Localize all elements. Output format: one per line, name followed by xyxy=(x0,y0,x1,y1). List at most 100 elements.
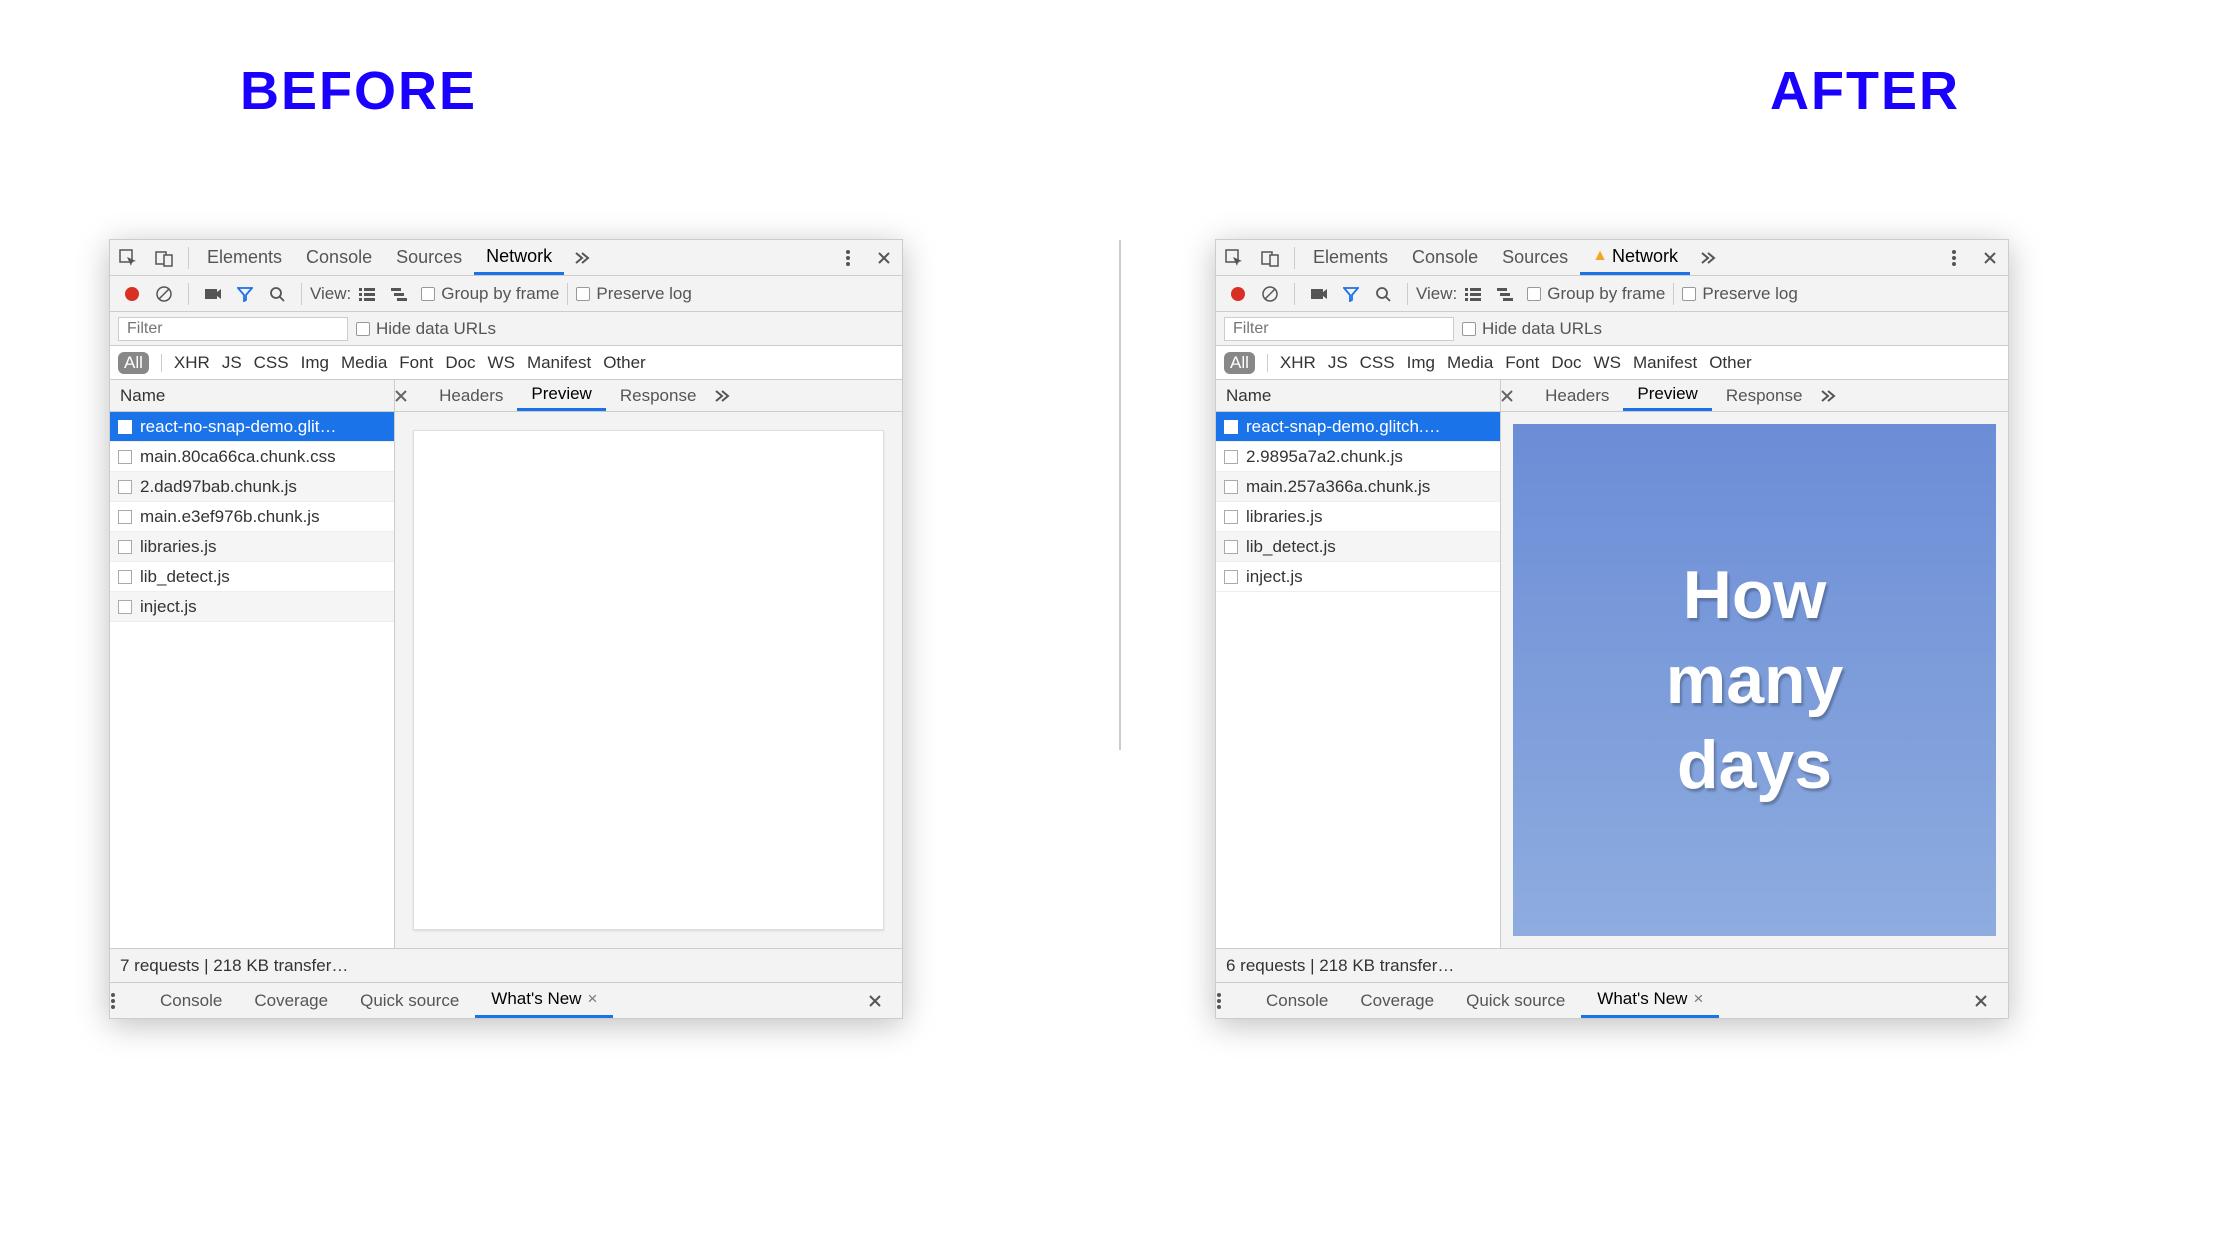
drawer-tab-console[interactable]: Console xyxy=(144,983,238,1018)
tab-elements[interactable]: Elements xyxy=(195,240,294,275)
chip-js[interactable]: JS xyxy=(222,353,242,373)
drawer-tab-console[interactable]: Console xyxy=(1250,983,1344,1018)
chip-manifest[interactable]: Manifest xyxy=(1633,353,1697,373)
close-tab-icon[interactable]: × xyxy=(587,989,597,1009)
chip-ws[interactable]: WS xyxy=(488,353,515,373)
request-row[interactable]: react-no-snap-demo.glit… xyxy=(110,412,394,442)
close-drawer-icon[interactable] xyxy=(1974,994,2008,1008)
kebab-menu-icon[interactable] xyxy=(832,242,864,274)
clear-icon[interactable] xyxy=(150,280,178,308)
filter-input[interactable] xyxy=(118,317,348,341)
column-name[interactable]: Name xyxy=(110,380,394,412)
request-row[interactable]: main.80ca66ca.chunk.css xyxy=(110,442,394,472)
camera-icon[interactable] xyxy=(1305,280,1333,308)
device-toggle-icon[interactable] xyxy=(1254,242,1286,274)
tabs-overflow-icon[interactable] xyxy=(1692,242,1724,274)
inspect-icon[interactable] xyxy=(1218,242,1250,274)
tab-network[interactable]: Network xyxy=(474,240,564,275)
chip-all[interactable]: All xyxy=(118,352,149,374)
drawer-menu-icon[interactable] xyxy=(110,992,144,1010)
detail-tab-preview[interactable]: Preview xyxy=(1623,380,1711,411)
chip-ws[interactable]: WS xyxy=(1594,353,1621,373)
detail-tab-headers[interactable]: Headers xyxy=(425,380,517,411)
close-devtools-icon[interactable] xyxy=(1974,242,2006,274)
filter-icon[interactable] xyxy=(231,280,259,308)
detail-tab-headers[interactable]: Headers xyxy=(1531,380,1623,411)
request-row[interactable]: 2.dad97bab.chunk.js xyxy=(110,472,394,502)
request-row[interactable]: libraries.js xyxy=(110,532,394,562)
view-waterfall-icon[interactable] xyxy=(385,280,413,308)
request-row[interactable]: inject.js xyxy=(1216,562,1500,592)
close-devtools-icon[interactable] xyxy=(868,242,900,274)
chip-media[interactable]: Media xyxy=(1447,353,1493,373)
view-list-icon[interactable] xyxy=(353,280,381,308)
device-toggle-icon[interactable] xyxy=(148,242,180,274)
request-row[interactable]: main.257a366a.chunk.js xyxy=(1216,472,1500,502)
request-row[interactable]: lib_detect.js xyxy=(1216,532,1500,562)
search-icon[interactable] xyxy=(1369,280,1397,308)
record-button[interactable] xyxy=(1224,280,1252,308)
clear-icon[interactable] xyxy=(1256,280,1284,308)
request-row[interactable]: inject.js xyxy=(110,592,394,622)
tab-elements[interactable]: Elements xyxy=(1301,240,1400,275)
detail-tab-preview[interactable]: Preview xyxy=(517,380,605,411)
drawer-tab-whats-new[interactable]: What's New× xyxy=(475,983,613,1018)
chip-js[interactable]: JS xyxy=(1328,353,1348,373)
kebab-menu-icon[interactable] xyxy=(1938,242,1970,274)
chip-xhr[interactable]: XHR xyxy=(1280,353,1316,373)
column-name[interactable]: Name xyxy=(1216,380,1500,412)
request-row[interactable]: main.e3ef976b.chunk.js xyxy=(110,502,394,532)
chip-all[interactable]: All xyxy=(1224,352,1255,374)
chip-other[interactable]: Other xyxy=(1709,353,1752,373)
chip-css[interactable]: CSS xyxy=(254,353,289,373)
detail-tab-response[interactable]: Response xyxy=(606,380,711,411)
tabs-overflow-icon[interactable] xyxy=(566,242,598,274)
chip-css[interactable]: CSS xyxy=(1360,353,1395,373)
chip-font[interactable]: Font xyxy=(1505,353,1539,373)
close-detail-icon[interactable] xyxy=(395,390,425,402)
request-row[interactable]: lib_detect.js xyxy=(110,562,394,592)
chip-img[interactable]: Img xyxy=(301,353,329,373)
chip-manifest[interactable]: Manifest xyxy=(527,353,591,373)
chip-xhr[interactable]: XHR xyxy=(174,353,210,373)
filter-input[interactable] xyxy=(1224,317,1454,341)
camera-icon[interactable] xyxy=(199,280,227,308)
chip-img[interactable]: Img xyxy=(1407,353,1435,373)
preserve-log-checkbox[interactable]: Preserve log xyxy=(1682,284,1797,304)
request-row[interactable]: libraries.js xyxy=(1216,502,1500,532)
drawer-tab-quick-source[interactable]: Quick source xyxy=(344,983,475,1018)
drawer-tab-whats-new[interactable]: What's New× xyxy=(1581,983,1719,1018)
record-button[interactable] xyxy=(118,280,146,308)
chip-doc[interactable]: Doc xyxy=(445,353,475,373)
chip-media[interactable]: Media xyxy=(341,353,387,373)
chip-doc[interactable]: Doc xyxy=(1551,353,1581,373)
view-waterfall-icon[interactable] xyxy=(1491,280,1519,308)
inspect-icon[interactable] xyxy=(112,242,144,274)
tab-console[interactable]: Console xyxy=(1400,240,1490,275)
search-icon[interactable] xyxy=(263,280,291,308)
close-detail-icon[interactable] xyxy=(1501,390,1531,402)
group-by-frame-checkbox[interactable]: Group by frame xyxy=(1527,284,1665,304)
drawer-menu-icon[interactable] xyxy=(1216,992,1250,1010)
hide-data-urls-checkbox[interactable]: Hide data URLs xyxy=(356,319,496,339)
filter-icon[interactable] xyxy=(1337,280,1365,308)
tab-console[interactable]: Console xyxy=(294,240,384,275)
request-row[interactable]: 2.9895a7a2.chunk.js xyxy=(1216,442,1500,472)
drawer-tab-quick-source[interactable]: Quick source xyxy=(1450,983,1581,1018)
view-list-icon[interactable] xyxy=(1459,280,1487,308)
drawer-tab-coverage[interactable]: Coverage xyxy=(238,983,344,1018)
tab-sources[interactable]: Sources xyxy=(1490,240,1580,275)
preserve-log-checkbox[interactable]: Preserve log xyxy=(576,284,691,304)
tab-sources[interactable]: Sources xyxy=(384,240,474,275)
close-tab-icon[interactable]: × xyxy=(1693,989,1703,1009)
group-by-frame-checkbox[interactable]: Group by frame xyxy=(421,284,559,304)
detail-tab-response[interactable]: Response xyxy=(1712,380,1817,411)
hide-data-urls-checkbox[interactable]: Hide data URLs xyxy=(1462,319,1602,339)
detail-tabs-overflow-icon[interactable] xyxy=(1820,389,1836,403)
chip-other[interactable]: Other xyxy=(603,353,646,373)
tab-network[interactable]: ▲Network xyxy=(1580,240,1690,275)
close-drawer-icon[interactable] xyxy=(868,994,902,1008)
detail-tabs-overflow-icon[interactable] xyxy=(714,389,730,403)
chip-font[interactable]: Font xyxy=(399,353,433,373)
request-row[interactable]: react-snap-demo.glitch.… xyxy=(1216,412,1500,442)
